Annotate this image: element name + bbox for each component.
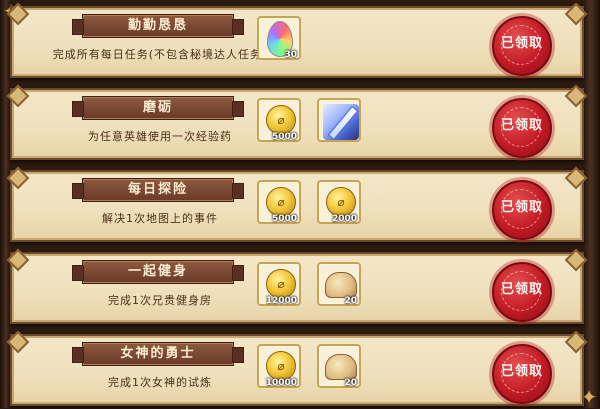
quest-title: 一起健身 bbox=[72, 260, 244, 284]
gold-coin-icon: ⌀ bbox=[266, 187, 296, 217]
claimed-status: 已领取 bbox=[500, 364, 543, 379]
claimed-status: 已领取 bbox=[500, 282, 543, 297]
reward-slot[interactable]: 20 bbox=[317, 262, 361, 306]
quest-title: 女神的勇士 bbox=[72, 342, 244, 366]
quest-card: 每日探险 解决1次地图上的事件 ⌀ 5000 ⌀ 2000 已领取 bbox=[6, 166, 588, 242]
claimed-seal[interactable]: 已领取 bbox=[492, 262, 552, 322]
quest-card: 女神的勇士 完成1次女神的试炼 ⌀ 10000 20 已领取 bbox=[6, 330, 588, 406]
reward-quantity: 5000 bbox=[271, 214, 297, 224]
reward-slot[interactable]: ⌀ 5000 bbox=[257, 180, 301, 224]
reward-quantity: 20 bbox=[344, 296, 357, 306]
quest-card: 勤勤恳恳 完成所有每日任务(不包含秘境达人任务) 30 已领取 bbox=[6, 2, 588, 78]
card-ornament-icon bbox=[564, 330, 588, 354]
reward-quantity: 2000 bbox=[331, 214, 357, 224]
reward-quantity: 5000 bbox=[271, 132, 297, 142]
reward-quantity: 20 bbox=[344, 378, 357, 388]
reward-quantity: 10000 bbox=[265, 378, 297, 388]
claimed-seal[interactable]: 已领取 bbox=[492, 98, 552, 158]
card-ornament-icon bbox=[564, 248, 588, 272]
gold-coin-icon: ⌀ bbox=[266, 351, 296, 381]
left-frame-border bbox=[0, 0, 10, 408]
gold-coin-icon: ⌀ bbox=[266, 269, 296, 299]
card-ornament-icon bbox=[6, 166, 30, 190]
gold-coin-icon: ⌀ bbox=[326, 187, 356, 217]
reward-slot[interactable]: ⌀ 12000 bbox=[257, 262, 301, 306]
card-ornament-icon bbox=[564, 166, 588, 190]
reward-quantity: 30 bbox=[284, 50, 297, 60]
quest-title: 磨砺 bbox=[72, 96, 244, 120]
card-ornament-icon bbox=[6, 2, 30, 26]
card-ornament-icon bbox=[6, 330, 30, 354]
card-ornament-icon bbox=[6, 248, 30, 272]
reward-quantity: 12000 bbox=[265, 296, 297, 306]
reward-slot[interactable]: ⌀ 10000 bbox=[257, 344, 301, 388]
quest-title: 每日探险 bbox=[72, 178, 244, 202]
quest-title: 勤勤恳恳 bbox=[72, 14, 244, 38]
sword-blade-icon bbox=[327, 105, 359, 141]
card-ornament-icon bbox=[564, 84, 588, 108]
claimed-seal[interactable]: 已领取 bbox=[492, 180, 552, 240]
right-frame-border bbox=[584, 0, 600, 408]
claimed-status: 已领取 bbox=[500, 36, 543, 51]
claimed-status: 已领取 bbox=[500, 200, 543, 215]
card-ornament-icon bbox=[6, 84, 30, 108]
claimed-status: 已领取 bbox=[500, 118, 543, 133]
gold-coin-icon: ⌀ bbox=[266, 105, 296, 135]
reward-slot[interactable]: 30 bbox=[257, 16, 301, 60]
quest-card: 磨砺 为任意英雄使用一次经验药 ⌀ 5000 已领取 bbox=[6, 84, 588, 160]
bread-icon bbox=[325, 272, 357, 298]
quest-card: 一起健身 完成1次兄贵健身房 ⌀ 12000 20 已领取 bbox=[6, 248, 588, 324]
reward-slot[interactable]: 20 bbox=[317, 344, 361, 388]
blue-sword-icon bbox=[323, 104, 359, 141]
claimed-seal[interactable]: 已领取 bbox=[492, 344, 552, 404]
bread-icon bbox=[325, 354, 357, 380]
reward-slot[interactable] bbox=[317, 98, 361, 142]
reward-slot[interactable]: ⌀ 5000 bbox=[257, 98, 301, 142]
card-ornament-icon bbox=[564, 2, 588, 26]
reward-slot[interactable]: ⌀ 2000 bbox=[317, 180, 361, 224]
claimed-seal[interactable]: 已领取 bbox=[492, 16, 552, 76]
